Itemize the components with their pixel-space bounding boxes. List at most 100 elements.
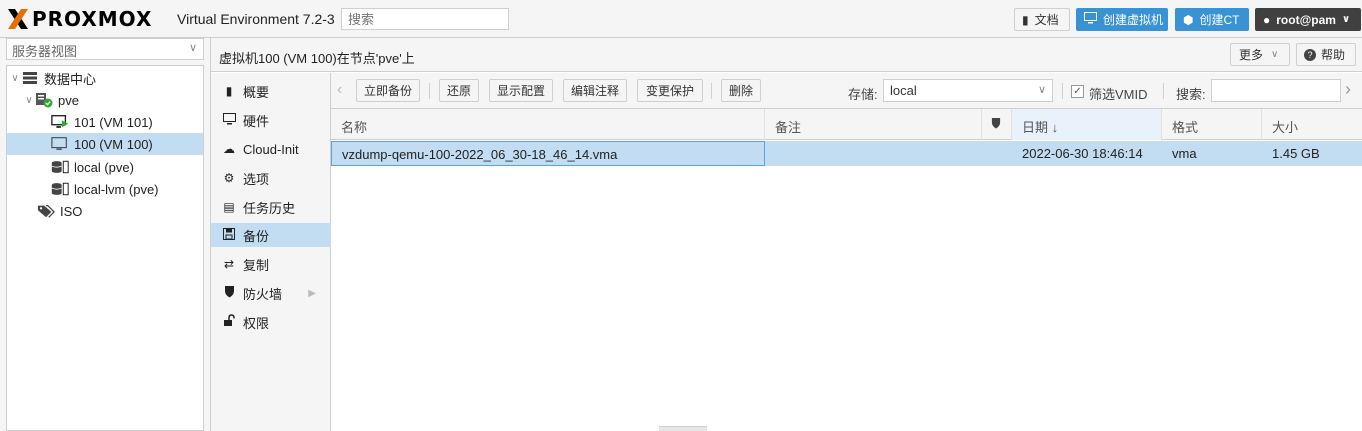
cell-protected — [982, 141, 1012, 166]
floppy-icon — [221, 227, 237, 243]
restore-button[interactable]: 还原 — [439, 79, 479, 102]
backup-toolbar: ‹ 立即备份 还原 显示配置 编辑注释 变更保护 删除 存储: local ∨ … — [331, 73, 1362, 109]
menu-item-label: 概要 — [243, 84, 270, 100]
user-label: root@pam — [1276, 12, 1336, 27]
search-label: 搜索: — [1176, 87, 1206, 102]
cell-format: vma — [1172, 146, 1197, 161]
show-config-button[interactable]: 显示配置 — [489, 79, 553, 102]
book-icon: ▮ — [1022, 12, 1029, 27]
docs-button[interactable]: ▮ 文档 — [1014, 8, 1070, 31]
menu-item-hardware[interactable]: 硬件 — [211, 108, 331, 132]
menu-item-label: 防火墙 — [243, 286, 283, 302]
user-icon: ● — [1263, 12, 1271, 27]
cell-name: vzdump-qemu-100-2022_06_30-18_46_14.vma — [331, 141, 765, 166]
storage-label: 存储: — [848, 87, 878, 102]
expand-toggle-icon[interactable]: ∨ — [9, 73, 21, 84]
backup-now-label: 立即备份 — [363, 84, 412, 98]
menu-item-task-history[interactable]: ▤ 任务历史 — [211, 195, 331, 219]
chevron-down-icon: ∨ — [1271, 49, 1279, 60]
help-label: 帮助 — [1321, 48, 1346, 62]
expand-arrow-icon[interactable]: ▶ — [308, 288, 316, 299]
storage-select[interactable]: local ∨ — [883, 79, 1053, 102]
top-header: PROXMOX Virtual Environment 7.2-3 ▮ 文档 创… — [0, 0, 1362, 38]
book-icon: ▮ — [225, 84, 233, 98]
tree-node-label: local-lvm (pve) — [74, 181, 159, 197]
tree-node-vm-100[interactable]: 100 (VM 100) — [7, 133, 203, 155]
page-title: 虚拟机100 (VM 100)在节点'pve'上 — [219, 51, 415, 66]
filter-vmid-label: 筛选VMID — [1089, 87, 1148, 102]
tree-node-label: 101 (VM 101) — [74, 114, 153, 130]
cloud-icon: ☁ — [223, 142, 235, 156]
menu-item-backup[interactable]: 备份 — [211, 223, 331, 247]
tree-node-iso[interactable]: ISO — [37, 200, 203, 222]
list-icon: ▤ — [223, 200, 235, 214]
column-header-size[interactable]: 大小 — [1262, 109, 1362, 140]
backup-search-input[interactable] — [1211, 79, 1341, 102]
edit-notes-label: 编辑注释 — [570, 84, 619, 98]
menu-item-permissions[interactable]: 权限 — [211, 310, 331, 334]
delete-label: 删除 — [728, 84, 753, 98]
expand-toggle-icon[interactable]: ∨ — [23, 95, 35, 106]
help-button[interactable]: ? 帮助 — [1296, 43, 1356, 66]
filter-vmid-checkbox[interactable]: ✓ — [1071, 85, 1084, 98]
menu-item-label: 任务历史 — [243, 200, 296, 216]
column-header-date[interactable]: 日期 ↓ — [1012, 109, 1162, 140]
cell-date: 2022-06-30 18:46:14 — [1022, 146, 1143, 161]
change-protection-label: 变更保护 — [645, 84, 694, 98]
table-row[interactable]: vzdump-qemu-100-2022_06_30-18_46_14.vma … — [331, 141, 1362, 166]
vm-stopped-icon — [51, 136, 69, 152]
tree-node-pve[interactable]: ∨ pve — [23, 89, 203, 111]
menu-item-options[interactable]: ⚙ 选项 — [211, 166, 331, 190]
cell-notes — [765, 141, 982, 166]
shield-icon — [991, 118, 1001, 129]
tree-node-local[interactable]: local (pve) — [51, 156, 203, 178]
create-ct-label: 创建CT — [1199, 13, 1240, 27]
user-menu-button[interactable]: ● root@pam ∨ — [1255, 8, 1361, 31]
tree-node-datacenter[interactable]: ∨ 数据中心 — [9, 67, 203, 89]
toolbar-separator — [711, 83, 712, 99]
menu-item-cloud-init[interactable]: ☁ Cloud-Init — [211, 137, 331, 161]
menu-item-label: 复制 — [243, 257, 270, 273]
column-header-name[interactable]: 名称 — [331, 109, 765, 140]
toolbar-separator — [429, 83, 430, 99]
resource-tree-panel: 服务器视图 ∨ ∨ 数据中心 ∨ pve 101 (VM 101) 100 (V… — [0, 38, 206, 431]
edit-notes-button[interactable]: 编辑注释 — [563, 79, 627, 102]
tree-node-local-lvm[interactable]: local-lvm (pve) — [51, 178, 203, 200]
search-input[interactable] — [341, 8, 509, 30]
create-vm-button[interactable]: 创建虚拟机 — [1076, 8, 1168, 31]
column-header-notes[interactable]: 备注 — [765, 109, 982, 140]
main-panel: 虚拟机100 (VM 100)在节点'pve'上 更多 ∨ ? 帮助 ▮ 概要 … — [210, 38, 1362, 431]
delete-button[interactable]: 删除 — [721, 79, 761, 102]
cell-size: 1.45 GB — [1272, 146, 1320, 161]
view-selector[interactable]: 服务器视图 ∨ — [6, 38, 204, 60]
backup-content: ‹ 立即备份 还原 显示配置 编辑注释 变更保护 删除 存储: local ∨ … — [331, 73, 1362, 431]
menu-item-firewall[interactable]: 防火墙 ▶ — [211, 281, 331, 305]
chevron-down-icon: ∨ — [1341, 14, 1351, 25]
proxmox-logo[interactable]: PROXMOX — [6, 7, 152, 31]
change-protection-button[interactable]: 变更保护 — [637, 79, 703, 102]
column-header-protected[interactable] — [982, 109, 1012, 140]
unlock-icon — [221, 314, 237, 330]
backup-now-button[interactable]: 立即备份 — [356, 79, 420, 102]
toolbar-separator — [1062, 83, 1063, 99]
menu-item-summary[interactable]: ▮ 概要 — [211, 79, 331, 103]
storage-select-value: local — [890, 83, 917, 98]
show-config-label: 显示配置 — [496, 84, 545, 98]
column-header-format[interactable]: 格式 — [1162, 109, 1262, 140]
retweet-icon: ⇄ — [223, 257, 235, 271]
toolbar-separator — [1163, 83, 1164, 99]
scroll-left-icon[interactable]: ‹ — [337, 81, 342, 99]
tree-node-vm-101[interactable]: 101 (VM 101) — [51, 111, 203, 133]
menu-item-replication[interactable]: ⇄ 复制 — [211, 252, 331, 276]
proxmox-x-icon — [6, 7, 30, 31]
shield-icon — [221, 285, 237, 301]
datacenter-icon — [21, 70, 39, 86]
tree-node-label: pve — [58, 92, 79, 108]
create-ct-button[interactable]: ⬢ 创建CT — [1175, 8, 1249, 31]
log-panel-resize-handle[interactable] — [659, 426, 707, 431]
scroll-right-icon[interactable]: › — [1345, 79, 1351, 100]
storage-icon — [51, 159, 69, 175]
more-button[interactable]: 更多 ∨ — [1230, 43, 1290, 66]
version-title: Virtual Environment 7.2-3 — [177, 11, 335, 27]
cube-icon: ⬢ — [1183, 12, 1194, 27]
